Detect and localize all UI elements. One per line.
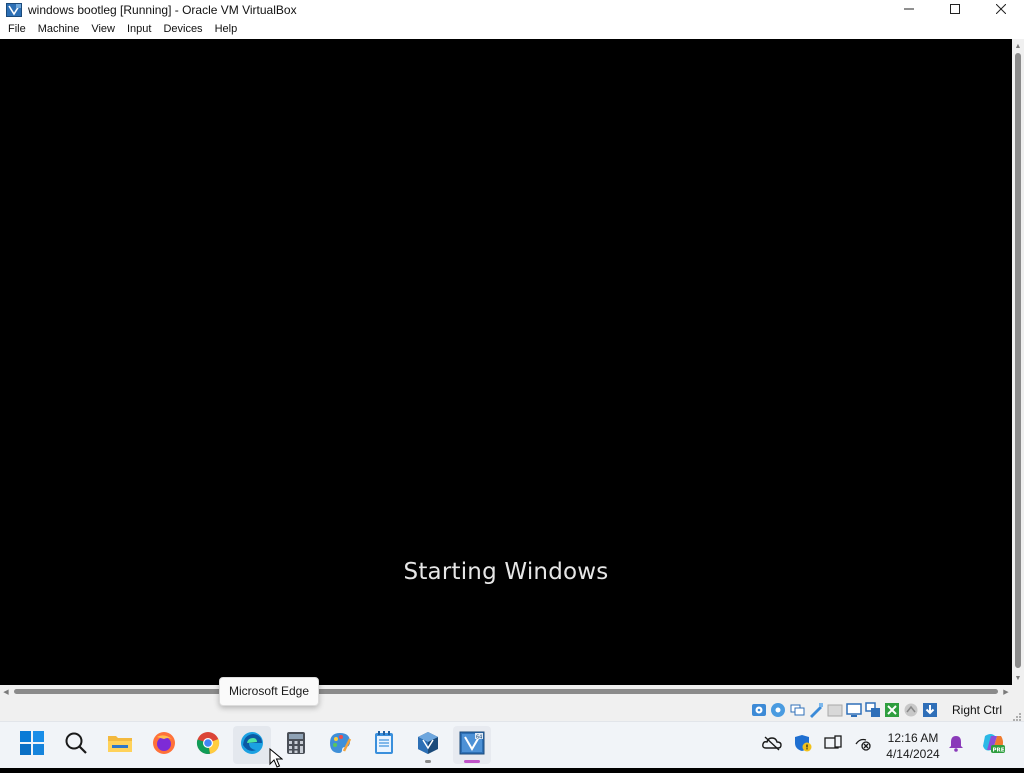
virtualbox-icon [416, 731, 440, 760]
active-indicator [464, 760, 480, 763]
maximize-icon [950, 3, 960, 17]
edge-icon [240, 731, 264, 760]
resize-grip-icon[interactable] [1012, 709, 1022, 721]
menu-input[interactable]: Input [121, 20, 157, 39]
menu-bar: File Machine View Input Devices Help [0, 20, 1024, 39]
menu-machine[interactable]: Machine [32, 20, 86, 39]
close-icon [995, 3, 1007, 17]
notepad-icon [374, 730, 394, 760]
clock-date: 4/14/2024 [886, 747, 940, 761]
status-bar: Right Ctrl [0, 698, 1024, 721]
menu-help[interactable]: Help [209, 20, 244, 39]
copilot-pre-icon[interactable]: PRE [981, 732, 1005, 759]
minimize-button[interactable] [886, 0, 932, 20]
close-button[interactable] [978, 0, 1024, 20]
host-key-label[interactable]: Right Ctrl [952, 703, 1002, 717]
system-clock[interactable]: 12:16 AM 4/14/2024 [881, 730, 945, 762]
horizontal-scrollbar[interactable]: ◀ ▶ [0, 685, 1012, 698]
cpu-icon[interactable] [903, 702, 919, 718]
folder-icon [107, 732, 133, 759]
notepad-button[interactable] [365, 726, 403, 764]
vertical-scroll-thumb[interactable] [1015, 53, 1021, 668]
scroll-down-icon[interactable]: ▼ [1012, 672, 1024, 684]
hard-disk-icon[interactable] [751, 702, 767, 718]
window-title: windows bootleg [Running] - Oracle VM Vi… [28, 3, 297, 17]
title-bar[interactable]: windows bootleg [Running] - Oracle VM Vi… [0, 0, 1024, 20]
vertical-scrollbar[interactable]: ▲ ▼ [1012, 39, 1024, 685]
search-icon [64, 731, 88, 760]
display-icon[interactable] [865, 702, 881, 718]
running-indicator [425, 760, 431, 763]
usb-icon[interactable] [827, 702, 843, 718]
paint-button[interactable] [321, 726, 359, 764]
clock-time: 12:16 AM [887, 731, 939, 745]
minimize-icon [904, 3, 914, 17]
optical-drive-icon[interactable] [770, 702, 786, 718]
firefox-icon [152, 731, 176, 760]
audio-icon[interactable] [789, 702, 805, 718]
menu-file[interactable]: File [2, 20, 32, 39]
virtualbox-vm-icon: 64 [459, 731, 485, 760]
chrome-icon [196, 731, 220, 760]
search-button[interactable] [57, 726, 95, 764]
maximize-button[interactable] [932, 0, 978, 20]
menu-view[interactable]: View [85, 20, 121, 39]
start-button[interactable] [13, 726, 51, 764]
taskbar: 64 12:16 AM 4/14/2024 PRE [0, 721, 1024, 768]
mouse-integration-icon[interactable] [922, 702, 938, 718]
scroll-up-icon[interactable]: ▲ [1012, 40, 1024, 52]
mouse-cursor-icon [269, 747, 284, 768]
boot-message: Starting Windows [403, 559, 609, 585]
video-capture-icon[interactable] [884, 702, 900, 718]
bell-icon[interactable] [948, 734, 964, 757]
virtualbox-vm-button[interactable]: 64 [453, 726, 491, 764]
menu-devices[interactable]: Devices [157, 20, 208, 39]
security-shield-warning-icon[interactable] [794, 734, 812, 757]
windows-start-icon [20, 730, 44, 760]
chrome-button[interactable] [189, 726, 227, 764]
display-icon[interactable] [824, 735, 842, 756]
horizontal-scroll-thumb[interactable] [14, 689, 998, 694]
firefox-button[interactable] [145, 726, 183, 764]
network-icon[interactable] [808, 702, 824, 718]
paint-icon [328, 731, 352, 760]
shared-folders-icon[interactable] [846, 702, 862, 718]
scroll-left-icon[interactable]: ◀ [0, 685, 12, 698]
scrollbar-corner [1012, 685, 1024, 698]
microsoft-edge-button[interactable] [233, 726, 271, 764]
network-disconnected-icon[interactable] [854, 735, 872, 756]
virtualbox-manager-button[interactable] [409, 726, 447, 764]
taskbar-tooltip: Microsoft Edge [219, 677, 320, 706]
scroll-right-icon[interactable]: ▶ [1000, 685, 1012, 698]
vm-display[interactable]: Starting Windows [0, 39, 1012, 685]
svg-text:64: 64 [476, 734, 482, 740]
virtualbox-vm-icon [6, 3, 22, 17]
onedrive-offline-icon[interactable] [762, 735, 782, 756]
file-explorer-button[interactable] [101, 726, 139, 764]
calculator-icon [286, 731, 306, 760]
svg-text:PRE: PRE [993, 748, 1005, 754]
